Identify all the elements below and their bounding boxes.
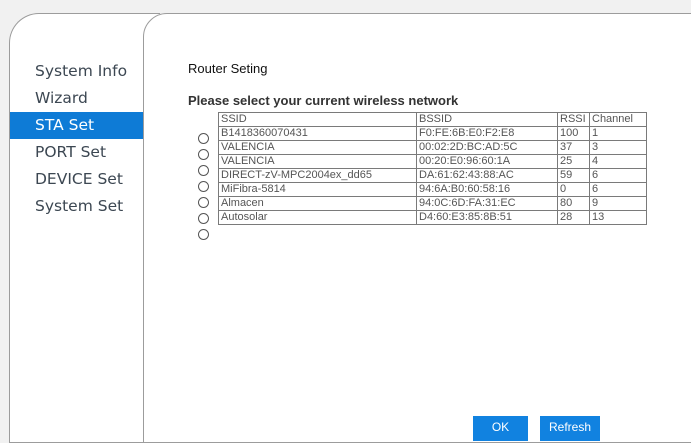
table-row[interactable]: VALENCIA 00:20:E0:96:60:1A 25 4 <box>218 154 647 169</box>
main-panel: Router Seting Please select your current… <box>143 13 691 443</box>
column-header-rssi: RSSI <box>557 112 590 127</box>
channel-cell: 9 <box>589 196 647 211</box>
channel-cell: 1 <box>589 126 647 141</box>
bssid-cell: 00:02:2D:BC:AD:5C <box>416 140 558 155</box>
sidebar-nav: System Info Wizard STA Set PORT Set DEVI… <box>10 58 143 220</box>
ssid-cell: VALENCIA <box>218 154 417 169</box>
rssi-cell: 25 <box>557 154 590 169</box>
sidebar-item-wizard[interactable]: Wizard <box>10 85 143 112</box>
ok-button[interactable]: OK <box>473 416 528 441</box>
bssid-cell: 94:6A:B0:60:58:16 <box>416 182 558 197</box>
channel-cell: 6 <box>589 182 647 197</box>
column-header-bssid: BSSID <box>416 112 558 127</box>
bssid-cell: DA:61:62:43:88:AC <box>416 168 558 183</box>
table-row[interactable]: MiFibra-5814 94:6A:B0:60:58:16 0 6 <box>218 182 647 197</box>
channel-cell: 6 <box>589 168 647 183</box>
ssid-cell: B1418360070431 <box>218 126 417 141</box>
rssi-cell: 28 <box>557 210 590 225</box>
sidebar-item-device-set[interactable]: DEVICE Set <box>10 166 143 193</box>
network-radio[interactable] <box>198 149 209 160</box>
network-radio[interactable] <box>198 181 209 192</box>
table-row[interactable]: B1418360070431 F0:FE:6B:E0:F2:E8 100 1 <box>218 126 647 141</box>
channel-cell: 3 <box>589 140 647 155</box>
ssid-cell: Almacen <box>218 196 417 211</box>
ssid-cell: MiFibra-5814 <box>218 182 417 197</box>
table-row[interactable]: Autosolar D4:60:E3:85:8B:51 28 13 <box>218 210 647 225</box>
bssid-cell: F0:FE:6B:E0:F2:E8 <box>416 126 558 141</box>
channel-cell: 4 <box>589 154 647 169</box>
network-radio[interactable] <box>198 197 209 208</box>
table-row[interactable]: VALENCIA 00:02:2D:BC:AD:5C 37 3 <box>218 140 647 155</box>
ssid-cell: Autosolar <box>218 210 417 225</box>
ssid-cell: VALENCIA <box>218 140 417 155</box>
bssid-cell: 00:20:E0:96:60:1A <box>416 154 558 169</box>
rssi-cell: 80 <box>557 196 590 211</box>
bssid-cell: D4:60:E3:85:8B:51 <box>416 210 558 225</box>
network-radio[interactable] <box>198 133 209 144</box>
rssi-cell: 37 <box>557 140 590 155</box>
rssi-cell: 0 <box>557 182 590 197</box>
wireless-network-table: SSID BSSID RSSI Channel B1418360070431 F… <box>218 112 647 225</box>
channel-cell: 13 <box>589 210 647 225</box>
network-radio[interactable] <box>198 213 209 224</box>
refresh-button[interactable]: Refresh <box>540 416 600 441</box>
rssi-cell: 100 <box>557 126 590 141</box>
network-radio-group <box>198 133 209 245</box>
sidebar-item-sta-set[interactable]: STA Set <box>10 112 143 139</box>
sidebar-item-system-info[interactable]: System Info <box>10 58 143 85</box>
column-header-ssid: SSID <box>218 112 417 127</box>
network-radio[interactable] <box>198 165 209 176</box>
network-select-heading: Please select your current wireless netw… <box>188 93 459 108</box>
table-row[interactable]: DIRECT-zV-MPC2004ex_dd65 DA:61:62:43:88:… <box>218 168 647 183</box>
bssid-cell: 94:0C:6D:FA:31:EC <box>416 196 558 211</box>
column-header-channel: Channel <box>589 112 647 127</box>
table-header-row: SSID BSSID RSSI Channel <box>218 112 647 127</box>
sidebar-item-port-set[interactable]: PORT Set <box>10 139 143 166</box>
sidebar-item-system-set[interactable]: System Set <box>10 193 143 220</box>
ssid-cell: DIRECT-zV-MPC2004ex_dd65 <box>218 168 417 183</box>
sidebar: System Info Wizard STA Set PORT Set DEVI… <box>9 13 160 443</box>
page-title: Router Seting <box>188 61 268 76</box>
table-row[interactable]: Almacen 94:0C:6D:FA:31:EC 80 9 <box>218 196 647 211</box>
rssi-cell: 59 <box>557 168 590 183</box>
network-radio[interactable] <box>198 229 209 240</box>
